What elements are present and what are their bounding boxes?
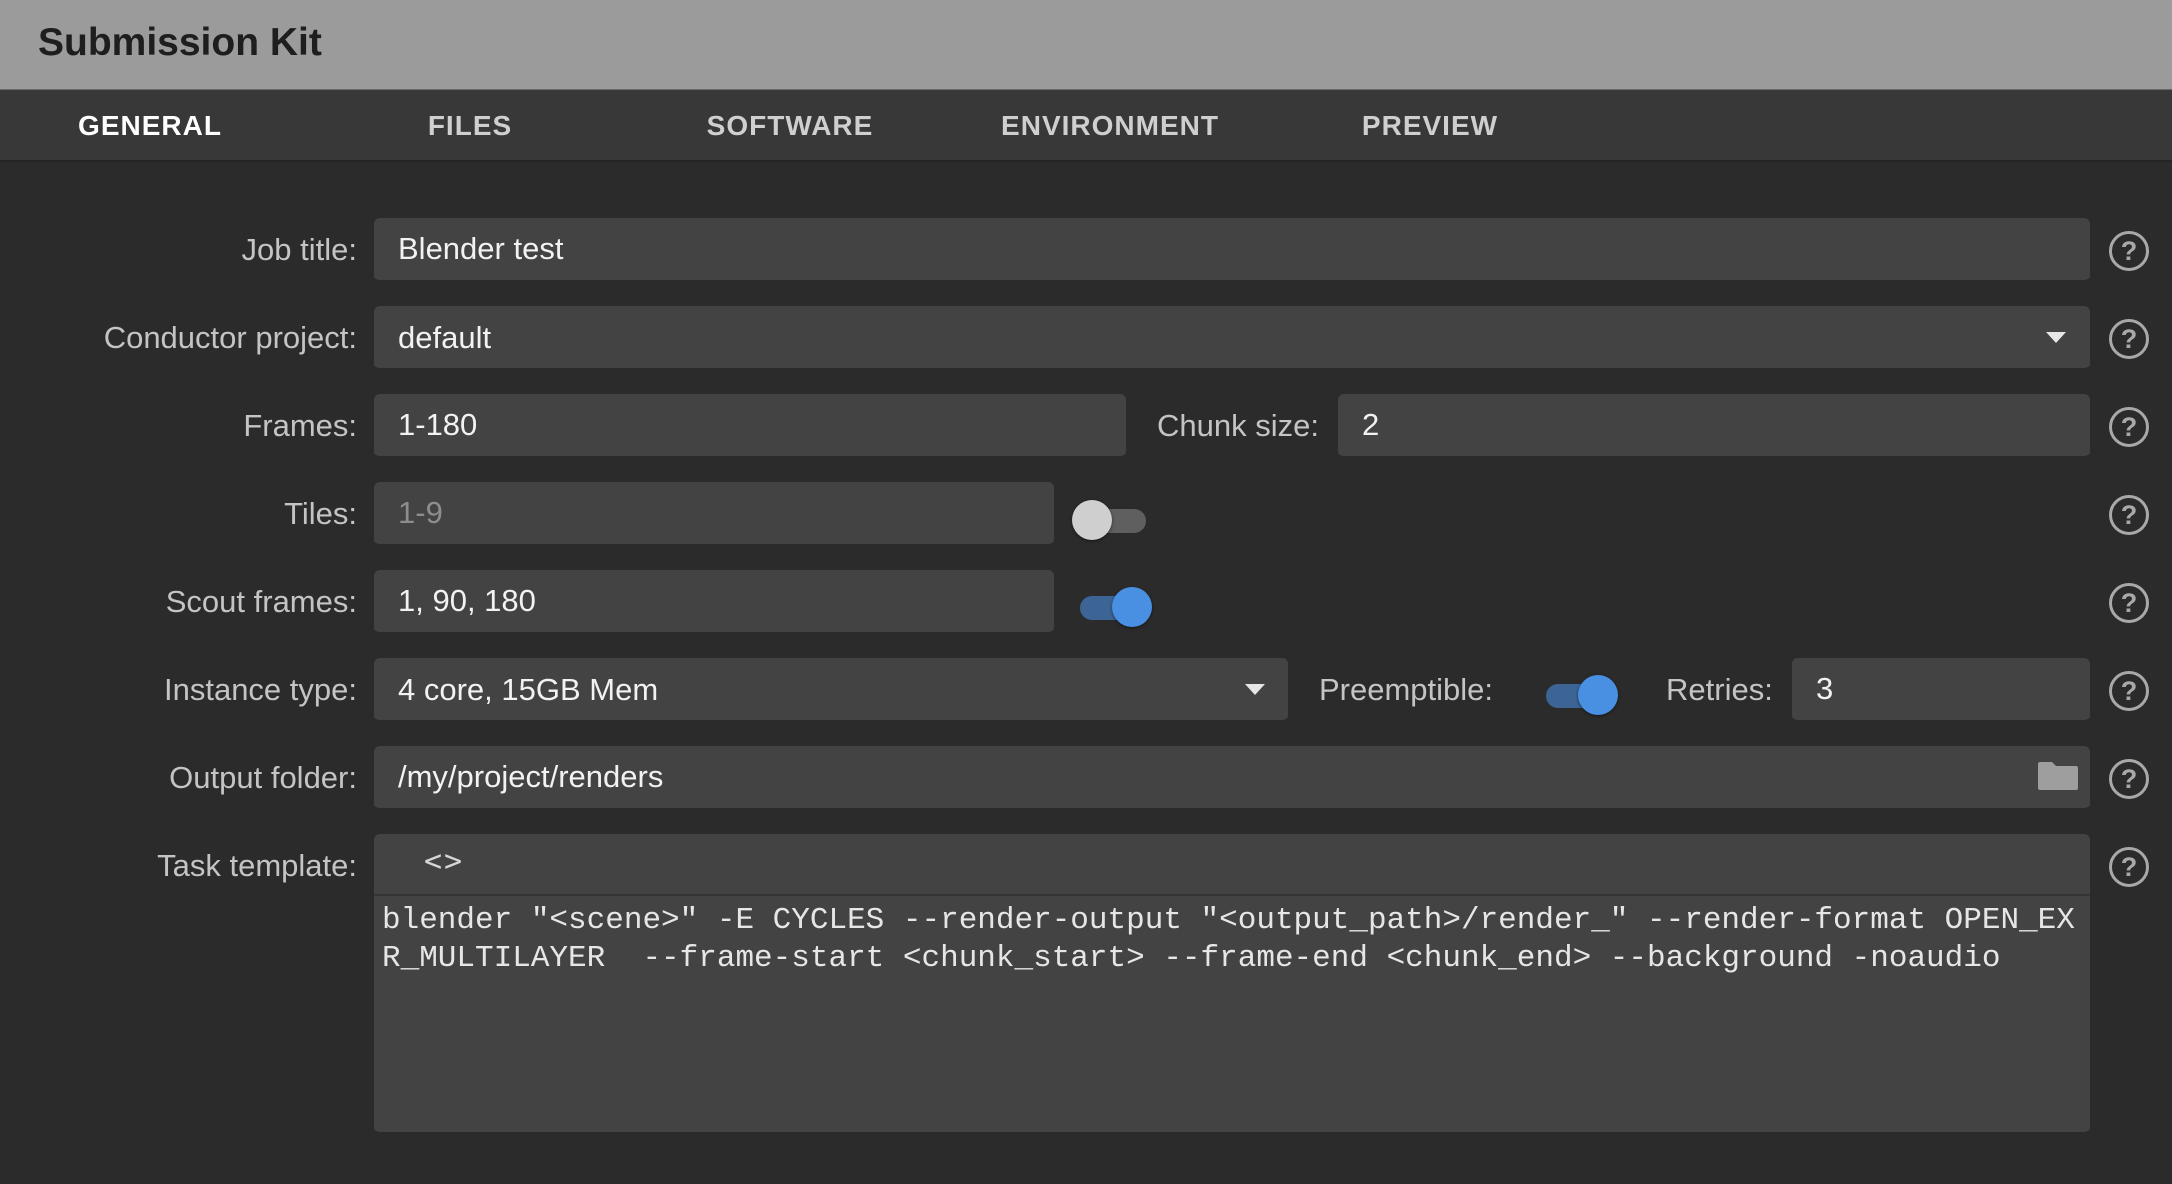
instance-type-label: Instance type: (163, 672, 357, 707)
job-title-input[interactable] (374, 218, 2090, 280)
frames-help-icon[interactable]: ? (2109, 407, 2149, 447)
scout-frames-toggle-thumb (1112, 587, 1152, 627)
tiles-toggle[interactable] (1072, 496, 1148, 544)
output-folder-help-icon[interactable]: ? (2109, 759, 2149, 799)
task-template-help-icon[interactable]: ? (2109, 847, 2149, 887)
tiles-help-icon[interactable]: ? (2109, 495, 2149, 535)
scout-frames-field[interactable] (374, 570, 1054, 634)
folder-icon[interactable] (2037, 761, 2079, 791)
tab-files[interactable]: FILES (350, 90, 590, 162)
task-template-toolbar: <> (374, 834, 2090, 896)
instance-type-help-icon[interactable]: ? (2109, 671, 2149, 711)
tab-preview[interactable]: PREVIEW (1310, 90, 1550, 162)
instance-type-dropdown[interactable]: 4 core, 15GB Mem (374, 658, 1288, 722)
output-folder-label: Output folder: (169, 760, 357, 795)
scout-frames-label: Scout frames: (165, 584, 357, 619)
title-bar: Submission Kit (0, 0, 2172, 90)
tab-environment[interactable]: ENVIRONMENT (990, 90, 1230, 162)
retries-input[interactable] (1792, 658, 2090, 720)
tab-software[interactable]: SOFTWARE (670, 90, 910, 162)
chunk-size-field[interactable] (1338, 394, 2090, 458)
retries-field[interactable] (1792, 658, 2090, 722)
conductor-project-value: default (398, 320, 492, 355)
tiles-field[interactable] (374, 482, 1054, 546)
task-template-code[interactable]: blender "<scene>" -E CYCLES --render-out… (382, 902, 2082, 978)
conductor-project-label: Conductor project: (103, 320, 357, 355)
tiles-label: Tiles: (284, 496, 357, 531)
task-template-label: Task template: (157, 848, 357, 883)
chunk-size-input[interactable] (1338, 394, 2090, 456)
frames-field[interactable] (374, 394, 1126, 458)
preemptible-toggle-thumb (1578, 675, 1618, 715)
chunk-size-label: Chunk size: (1157, 408, 1319, 443)
instance-type-value: 4 core, 15GB Mem (398, 672, 659, 707)
preemptible-toggle[interactable] (1542, 671, 1618, 719)
code-view-icon[interactable]: <> (424, 844, 464, 879)
conductor-project-help-icon[interactable]: ? (2109, 319, 2149, 359)
job-title-field[interactable] (374, 218, 2090, 282)
job-title-help-icon[interactable]: ? (2109, 231, 2149, 271)
scout-frames-input[interactable] (374, 570, 1054, 632)
tiles-toggle-thumb (1072, 500, 1112, 540)
tiles-input[interactable] (374, 482, 1054, 544)
chevron-down-icon (1245, 684, 1265, 695)
scout-frames-help-icon[interactable]: ? (2109, 583, 2149, 623)
scout-frames-toggle[interactable] (1076, 583, 1152, 631)
conductor-project-dropdown[interactable]: default (374, 306, 2090, 370)
output-folder-input[interactable] (374, 746, 2090, 808)
preemptible-label: Preemptible: (1319, 672, 1494, 707)
retries-label: Retries: (1666, 672, 1773, 707)
job-title-label: Job title: (241, 232, 357, 267)
frames-input[interactable] (374, 394, 1126, 456)
output-folder-field[interactable] (374, 746, 2090, 810)
task-template-editor[interactable]: <> blender "<scene>" -E CYCLES --render-… (374, 834, 2090, 1134)
tab-general[interactable]: GENERAL (30, 90, 270, 162)
tab-bar: GENERAL FILES SOFTWARE ENVIRONMENT PREVI… (0, 90, 2172, 162)
frames-label: Frames: (243, 408, 357, 443)
app-title: Submission Kit (38, 21, 322, 64)
chevron-down-icon (2046, 332, 2066, 343)
